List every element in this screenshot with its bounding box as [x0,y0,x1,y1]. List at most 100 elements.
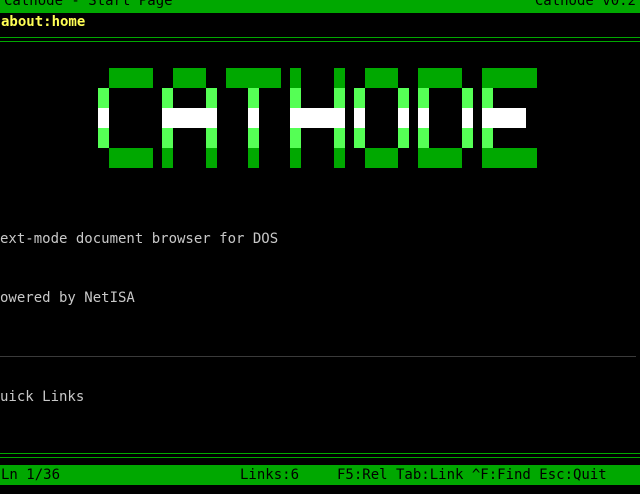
logo-pixel [184,108,195,128]
logo-pixel [354,88,365,108]
logo-pixel [451,68,462,88]
logo-pixel [451,148,462,168]
logo-pixel [162,128,173,148]
logo-pixel [312,108,323,128]
logo-pixel [504,68,515,88]
logo-pixel [259,68,270,88]
line-indicator: Ln 1/36 [1,467,61,483]
logo-pixel [493,68,504,88]
content-divider [0,356,636,357]
logo-pixel [418,108,429,128]
logo-pixel [418,88,429,108]
logo-pixel [142,68,153,88]
logo-pixel [398,128,409,148]
url-field[interactable]: about:home [1,13,85,31]
logo-pixel [462,108,473,128]
logo-pixel [120,148,131,168]
logo-pixel [482,148,493,168]
logo-pixel [418,128,429,148]
logo-pixel [462,128,473,148]
logo-pixel [248,148,259,168]
footer-divider [0,453,640,458]
logo-pixel [440,148,451,168]
logo-pixel [173,68,184,88]
logo-pixel [290,148,301,168]
logo-pixel [376,68,387,88]
logo-pixel [482,68,493,88]
logo-pixel [98,88,109,108]
logo-pixel [440,68,451,88]
logo-pixel [515,108,526,128]
logo-pixel [462,88,473,108]
page-content[interactable]: ext-mode document browser for DOS owered… [0,44,640,454]
logo-pixel [290,108,301,128]
logo-pixel [206,128,217,148]
logo-pixel [173,108,184,128]
logo-pixel [195,68,206,88]
logo-pixel [504,148,515,168]
url-bar[interactable]: about:home [0,13,640,31]
logo-pixel [248,108,259,128]
footer-padding [0,485,640,494]
header-divider [0,37,640,42]
logo-pixel [301,108,312,128]
logo-pixel [418,68,429,88]
logo-pixel [290,88,301,108]
logo-pixel [334,88,345,108]
quick-links-heading: uick Links [0,389,85,405]
tagline-text: ext-mode document browser for DOS [0,231,279,247]
logo-pixel [248,128,259,148]
logo-pixel [387,68,398,88]
logo-pixel [98,108,109,128]
logo-pixel [376,148,387,168]
logo-pixel [482,128,493,148]
logo-pixel [131,148,142,168]
logo-pixel [493,108,504,128]
logo-pixel [142,148,153,168]
logo-pixel [398,88,409,108]
logo-pixel [365,68,376,88]
logo-pixel [515,68,526,88]
links-count: Links:6 [240,467,300,483]
logo-pixel [526,68,537,88]
logo-pixel [206,108,217,128]
logo-pixel [323,108,334,128]
logo-pixel [429,148,440,168]
logo-pixel [482,88,493,108]
logo-pixel [109,148,120,168]
logo-pixel [515,148,526,168]
powered-by-text: owered by NetISA [0,290,135,306]
logo-pixel [387,148,398,168]
key-help: F5:Rel Tab:Link ^F:Find Esc:Quit [337,467,607,483]
logo-pixel [334,108,345,128]
logo-pixel [226,68,237,88]
logo-pixel [526,148,537,168]
logo-pixel [206,88,217,108]
logo-pixel [429,68,440,88]
logo-pixel [334,68,345,88]
logo-pixel [120,68,131,88]
logo-pixel [482,108,493,128]
logo-pixel [334,148,345,168]
logo-pixel [365,148,376,168]
logo-pixel [109,68,120,88]
logo-pixel [237,68,248,88]
logo-pixel [290,68,301,88]
cathode-logo [98,68,537,168]
logo-pixel [98,128,109,148]
logo-pixel [398,108,409,128]
app-version: Cathode v0.2 [534,0,636,9]
logo-pixel [248,68,259,88]
logo-pixel [354,128,365,148]
logo-pixel [290,128,301,148]
logo-pixel [162,88,173,108]
title-bar: Cathode - Start Page Cathode v0.2 [0,0,640,13]
logo-pixel [504,108,515,128]
status-bar: Ln 1/36 Links:6 F5:Rel Tab:Link ^F:Find … [0,465,640,485]
logo-pixel [195,108,206,128]
logo-pixel [162,108,173,128]
logo-pixel [270,68,281,88]
logo-pixel [131,68,142,88]
logo-pixel [334,128,345,148]
logo-pixel [354,108,365,128]
